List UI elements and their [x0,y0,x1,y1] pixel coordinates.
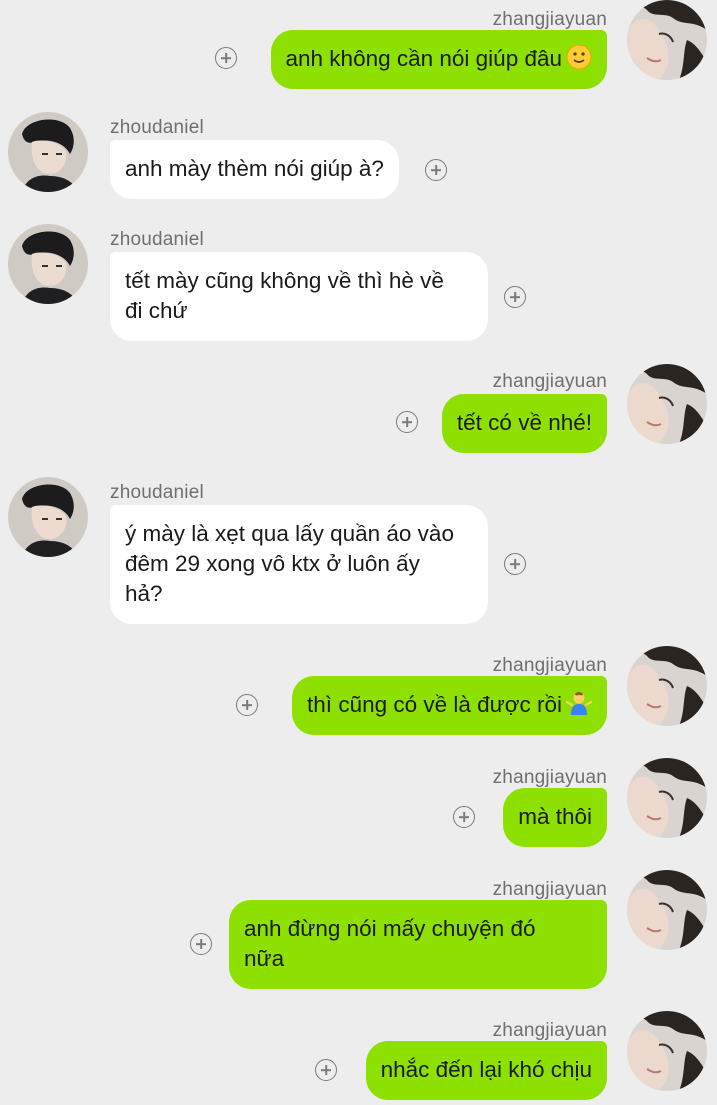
avatar-zhoudaniel[interactable] [8,477,88,557]
message-text-line: anh đừng nói mấy chuyện đó [244,916,536,941]
avatar-zhangjiayuan[interactable] [627,870,707,950]
avatar-zhangjiayuan[interactable] [627,0,707,80]
chat-thread: zhangjiayuan anh không cần nói giúp đâu … [0,0,717,1105]
add-reaction-icon[interactable] [315,1059,337,1081]
message-text: thì cũng có về là được rồi [307,692,562,717]
add-reaction-icon[interactable] [396,411,418,433]
message-bubble[interactable]: ý mày là xẹt qua lấy quần áo vào đêm 29 … [110,505,488,624]
sender-name: zhangjiayuan [492,879,607,900]
sender-name: zhangjiayuan [492,767,607,788]
message-bubble[interactable]: anh không cần nói giúp đâu [270,30,607,89]
sender-name: zhangjiayuan [492,1020,607,1041]
message-text-line: đêm 29 xong vô ktx ở luôn ấy [125,551,420,576]
avatar-zhangjiayuan[interactable] [627,646,707,726]
message-bubble[interactable]: tết có về nhé! [441,394,607,453]
message-text: mà thôi [518,804,592,829]
avatar-zhoudaniel[interactable] [8,224,88,304]
avatar-zhangjiayuan[interactable] [627,1011,707,1091]
sender-name: zhangjiayuan [492,371,607,392]
message-text: tết có về nhé! [456,410,592,435]
message-bubble[interactable]: anh mày thèm nói giúp à? [110,140,399,199]
sender-name: zhangjiayuan [492,655,607,676]
message-bubble[interactable]: anh đừng nói mấy chuyện đó nữa [229,900,607,989]
add-reaction-icon[interactable] [215,47,237,69]
message-text-line: ý mày là xẹt qua lấy quần áo vào [125,521,454,546]
message-bubble[interactable]: mà thôi [503,788,607,847]
message-text: anh không cần nói giúp đâu [285,46,562,71]
avatar-zhoudaniel[interactable] [8,112,88,192]
add-reaction-icon[interactable] [190,933,212,955]
add-reaction-icon[interactable] [504,553,526,575]
message-text-line: hả? [125,581,163,606]
sender-name: zhoudaniel [110,482,204,503]
sender-name: zhoudaniel [110,229,204,250]
message-text: nhắc đến lại khó chịu [380,1057,592,1082]
message-bubble[interactable]: nhắc đến lại khó chịu [365,1041,607,1100]
message-text-line: nữa [244,946,285,971]
message-bubble[interactable]: tết mày cũng không về thì hè về đi chứ [110,252,488,341]
message-bubble[interactable]: thì cũng có về là được rồi [292,676,607,735]
avatar-zhangjiayuan[interactable] [627,364,707,444]
sender-name: zhoudaniel [110,117,204,138]
message-text-line: đi chứ [125,298,188,323]
add-reaction-icon[interactable] [236,694,258,716]
sender-name: zhangjiayuan [492,9,607,30]
message-text: anh mày thèm nói giúp à? [125,156,384,181]
slightly-smiling-face-icon [566,44,592,70]
add-reaction-icon[interactable] [453,806,475,828]
add-reaction-icon[interactable] [425,159,447,181]
add-reaction-icon[interactable] [504,286,526,308]
message-text-line: tết mày cũng không về thì hè về [125,268,444,293]
avatar-zhangjiayuan[interactable] [627,758,707,838]
person-shrugging-icon [566,690,592,716]
